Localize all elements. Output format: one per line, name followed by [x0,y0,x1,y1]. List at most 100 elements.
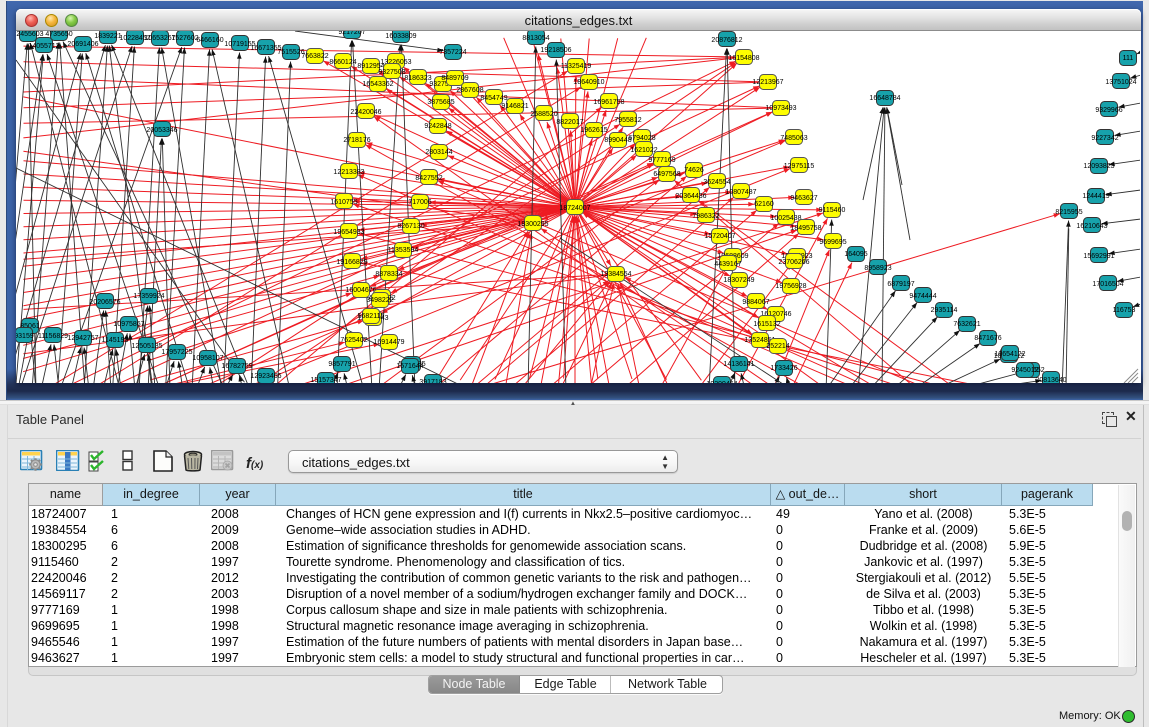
svg-text:1527602: 1527602 [171,35,198,42]
svg-text:8427552: 8427552 [415,175,442,182]
svg-text:7357224: 7357224 [439,49,466,56]
svg-text:7485063: 7485063 [780,135,807,142]
svg-text:2935114: 2935114 [931,307,958,314]
svg-text:3917183: 3917183 [419,379,446,383]
svg-text:10807487: 10807487 [725,189,756,196]
svg-text:9463627: 9463627 [790,195,817,202]
svg-text:111: 111 [1123,55,1134,62]
svg-text:18300295: 18300295 [517,221,548,228]
svg-text:1145193: 1145193 [102,337,129,344]
svg-text:14055712: 14055712 [28,43,59,50]
svg-text:7955812: 7955812 [614,117,641,124]
svg-text:19654933: 19654933 [333,229,364,236]
svg-text:16543362: 16543362 [362,81,393,88]
svg-text:9884067: 9884067 [742,299,769,306]
svg-text:8822017: 8822017 [556,119,583,126]
svg-text:252214: 252214 [766,343,789,350]
svg-text:20876812: 20876812 [711,37,742,44]
svg-text:1571644: 1571644 [396,363,423,370]
svg-text:18640910: 18640910 [573,79,604,86]
svg-text:8215955: 8215955 [1055,209,1082,216]
svg-text:12975115: 12975115 [784,163,815,170]
svg-text:1839221: 1839221 [94,33,121,40]
svg-text:2588520: 2588520 [530,111,557,118]
svg-text:74626: 74626 [684,167,704,174]
svg-text:18724007: 18724007 [559,205,590,212]
svg-text:20053346: 20053346 [146,127,177,134]
svg-text:22455603: 22455603 [16,31,44,38]
svg-text:8958923: 8958923 [864,265,891,272]
svg-text:17359924: 17359924 [133,293,164,300]
svg-text:8813054: 8813054 [522,35,549,42]
svg-text:9115460: 9115460 [819,207,846,214]
svg-text:93159: 93159 [16,333,34,340]
svg-text:20364436: 20364436 [675,193,706,200]
svg-text:2718176: 2718176 [343,137,370,144]
svg-text:12093823: 12093823 [1083,163,1114,170]
svg-text:7625402: 7625402 [340,337,367,344]
svg-text:20813640: 20813640 [1035,377,1066,383]
svg-text:8489709: 8489709 [441,75,468,82]
svg-text:16961758: 16961758 [593,99,624,106]
svg-text:14136141: 14136141 [723,361,754,368]
svg-text:4439167: 4439167 [714,261,741,268]
svg-text:8186323: 8186323 [404,75,431,82]
svg-text:12942757: 12942757 [67,335,98,342]
svg-text:11156829: 11156829 [38,333,68,340]
svg-text:1733426: 1733426 [770,365,797,372]
svg-text:11353594: 11353594 [388,247,419,254]
svg-text:16154808: 16154808 [728,55,759,62]
svg-text:9699695: 9699695 [819,239,846,246]
svg-text:6879197: 6879197 [887,281,914,288]
svg-text:19299464: 19299464 [706,381,737,383]
svg-text:116753: 116753 [1113,307,1136,314]
svg-text:9245012: 9245012 [1011,367,1038,374]
svg-text:1244419: 1244419 [1082,193,1109,200]
svg-text:7986322: 7986322 [692,213,719,220]
svg-text:6794028: 6794028 [628,135,655,142]
svg-text:12505135: 12505135 [131,343,162,350]
svg-text:1615132: 1615132 [753,321,780,328]
svg-text:8471676: 8471676 [974,335,1001,342]
svg-text:16004676: 16004676 [345,287,376,294]
svg-text:62160: 62160 [754,201,774,208]
svg-text:4735650: 4735650 [45,31,72,38]
svg-text:3624554: 3624554 [703,179,730,186]
svg-text:8267130: 8267130 [397,223,424,230]
svg-text:2867608: 2867608 [456,87,483,94]
svg-text:15157347: 15157347 [310,377,341,383]
svg-text:19756928: 19756928 [775,283,806,290]
svg-text:6466160: 6466160 [196,37,223,44]
svg-text:9327503: 9327503 [378,69,405,76]
svg-text:10958107: 10958107 [192,355,223,362]
svg-text:10025438: 10025438 [770,215,801,222]
svg-text:16782759: 16782759 [221,363,252,370]
svg-text:10975867: 10975867 [113,321,144,328]
svg-text:15720407: 15720407 [704,233,735,240]
svg-text:1610755: 1610755 [330,199,357,206]
svg-text:8454749: 8454749 [480,95,507,102]
svg-text:9329966: 9329966 [1095,107,1122,114]
svg-text:18495758: 18495758 [790,225,821,232]
svg-text:8660124: 8660124 [329,59,356,66]
svg-text:16033809: 16033809 [385,33,416,40]
svg-text:16210643: 16210643 [1076,223,1107,230]
svg-text:13751024: 13751024 [1105,79,1136,86]
svg-text:19166829: 19166829 [336,259,367,266]
svg-text:3875685: 3875685 [427,99,454,106]
svg-text:12213383: 12213383 [333,169,364,176]
svg-text:7663822: 7663822 [301,53,328,60]
svg-text:717006: 717006 [408,199,431,206]
svg-text:1962615: 1962615 [580,127,607,134]
svg-text:3498222: 3498222 [366,297,393,304]
svg-text:12923466: 12923466 [250,373,281,380]
svg-text:19218506: 19218506 [540,47,571,54]
svg-text:20691406: 20691406 [67,41,98,48]
svg-text:20206576: 20206576 [89,299,120,306]
svg-text:9146821: 9146821 [501,103,528,110]
svg-text:17016504: 17016504 [1092,281,1123,288]
svg-text:9242848: 9242848 [424,123,451,130]
svg-text:7632621: 7632621 [953,321,980,328]
svg-text:16914479: 16914479 [373,339,404,346]
svg-text:16648784: 16648784 [869,95,900,102]
